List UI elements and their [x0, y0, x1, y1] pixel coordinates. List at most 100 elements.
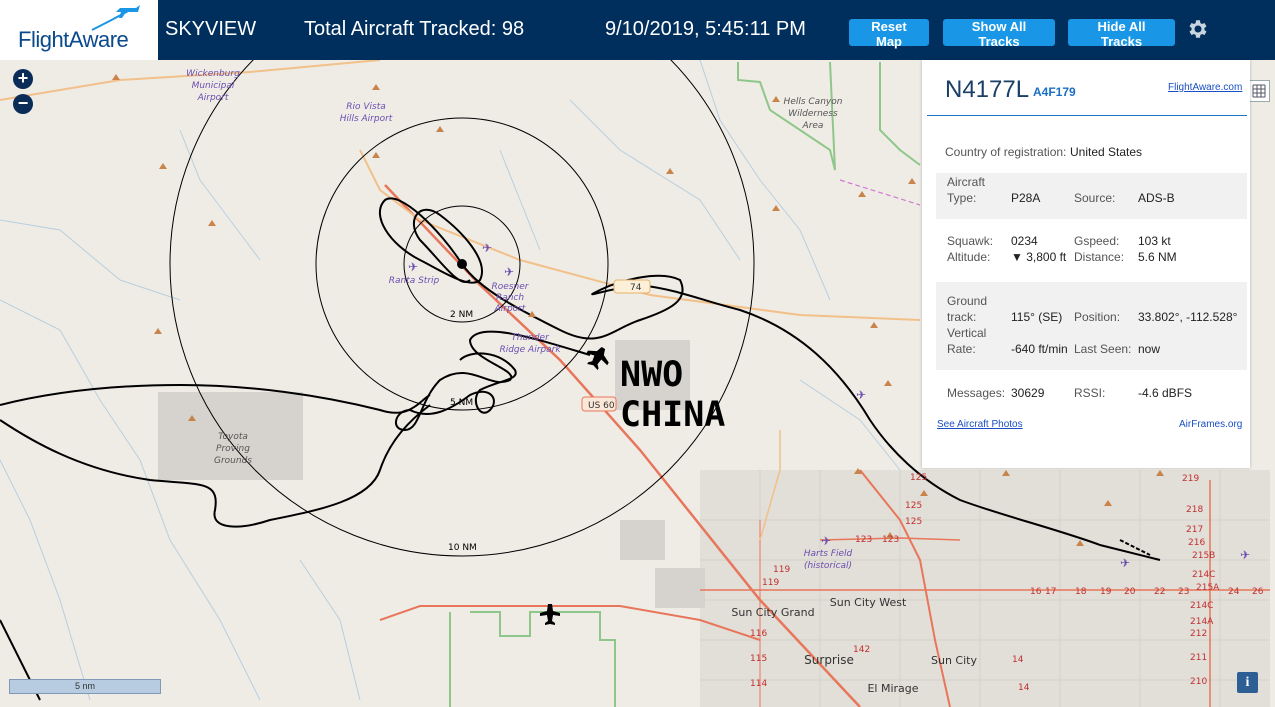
svg-text:119: 119 — [773, 565, 790, 575]
flightaware-logo[interactable]: FlightAware — [0, 0, 158, 60]
svg-text:Thunder: Thunder — [511, 333, 550, 343]
svg-text:Proving: Proving — [216, 444, 250, 454]
svg-text:Hells Canyon: Hells Canyon — [784, 97, 843, 107]
last-seen-label: Last Seen: — [1074, 342, 1132, 356]
rssi-label: RSSI: — [1074, 386, 1106, 400]
scale-bar: 5 nm — [9, 679, 161, 694]
overlay-line-2: CHINA — [620, 395, 726, 435]
selected-aircraft-marker[interactable] — [457, 259, 467, 269]
ground-track-value: 115° (SE) — [1011, 310, 1063, 324]
svg-text:Grounds: Grounds — [214, 456, 252, 466]
svg-text:217: 217 — [1186, 525, 1203, 535]
svg-text:Hills Airport: Hills Airport — [340, 114, 393, 124]
svg-text:125: 125 — [910, 473, 927, 483]
svg-text:123: 123 — [855, 535, 872, 545]
squawk-label: Squawk: — [947, 234, 994, 248]
svg-text:Sun City West: Sun City West — [830, 596, 907, 609]
range-label-2nm: 2 NM — [450, 310, 473, 320]
show-all-tracks-button[interactable]: Show All Tracks — [943, 19, 1055, 49]
vertical-rate-value: -640 ft/min — [1011, 342, 1068, 356]
svg-text:Ranch: Ranch — [496, 293, 524, 303]
svg-text:✈: ✈ — [1120, 556, 1130, 570]
svg-text:74: 74 — [630, 283, 642, 293]
svg-text:119: 119 — [762, 578, 779, 588]
position-label: Position: — [1074, 310, 1121, 324]
svg-text:26: 26 — [1252, 587, 1264, 597]
svg-text:17: 17 — [1045, 587, 1056, 597]
svg-text:Harts Field: Harts Field — [804, 549, 853, 559]
svg-text:Airport: Airport — [197, 93, 229, 103]
svg-text:✈: ✈ — [856, 388, 866, 402]
messages-label: Messages: — [947, 386, 1006, 400]
svg-text:125: 125 — [905, 501, 922, 511]
svg-text:14: 14 — [1018, 683, 1030, 693]
altitude-value: ▼ 3,800 ft — [1011, 250, 1067, 264]
svg-text:US 60: US 60 — [588, 401, 615, 411]
svg-text:214A: 214A — [1190, 617, 1214, 627]
svg-text:✈: ✈ — [821, 534, 831, 548]
country-value: United States — [1070, 145, 1143, 159]
svg-text:Sun City: Sun City — [931, 654, 977, 667]
aircraft-info-panel: N4177L A4F179 FlightAware.com Country of… — [922, 60, 1250, 468]
aircraft-hex: A4F179 — [1033, 85, 1076, 99]
svg-text:Rio Vista: Rio Vista — [346, 102, 386, 112]
svg-text:142: 142 — [853, 645, 870, 655]
svg-text:✈: ✈ — [504, 265, 514, 279]
last-seen-value: now — [1138, 342, 1161, 356]
grid-toggle-icon[interactable] — [1248, 80, 1270, 102]
gspeed-value: 103 kt — [1138, 234, 1171, 248]
info-button[interactable]: i — [1237, 672, 1258, 693]
svg-text:20: 20 — [1124, 587, 1136, 597]
svg-text:Airport: Airport — [494, 304, 526, 314]
distance-label: Distance: — [1074, 250, 1125, 264]
rssi-value: -4.6 dBFS — [1138, 386, 1193, 400]
svg-text:✈: ✈ — [482, 241, 492, 255]
svg-text:Ridge Airpark: Ridge Airpark — [499, 345, 561, 355]
range-label-10nm: 10 NM — [448, 543, 477, 553]
overlay-line-1: NWO — [620, 355, 684, 395]
aircraft-photos-link[interactable]: See Aircraft Photos — [937, 419, 1023, 430]
svg-text:210: 210 — [1190, 677, 1207, 687]
airframes-link[interactable]: AirFrames.org — [1179, 419, 1242, 430]
svg-text:218: 218 — [1186, 505, 1203, 515]
svg-text:24: 24 — [1228, 587, 1240, 597]
svg-text:211: 211 — [1190, 653, 1207, 663]
vertical-rate-label-1: Vertical — [947, 326, 987, 340]
source-value: ADS-B — [1138, 191, 1175, 205]
svg-text:✈: ✈ — [408, 260, 418, 274]
top-header-bar: FlightAware SKYVIEW Total Aircraft Track… — [0, 0, 1275, 60]
svg-text:18: 18 — [1075, 587, 1087, 597]
svg-text:215B: 215B — [1192, 551, 1215, 561]
gear-icon[interactable] — [1185, 17, 1209, 41]
aircraft-icon — [586, 346, 609, 371]
hide-all-tracks-button[interactable]: Hide All Tracks — [1068, 19, 1175, 49]
svg-text:212: 212 — [1190, 629, 1207, 639]
svg-text:Ranta Strip: Ranta Strip — [389, 276, 440, 286]
svg-text:116: 116 — [750, 629, 767, 639]
zoom-out-button[interactable]: − — [13, 94, 33, 114]
svg-text:Wickenburg: Wickenburg — [186, 69, 240, 79]
svg-text:19: 19 — [1100, 587, 1112, 597]
altitude-label: Altitude: — [947, 250, 991, 264]
squawk-value: 0234 — [1011, 234, 1038, 248]
aircraft-markers[interactable] — [540, 342, 614, 625]
svg-text:115: 115 — [750, 654, 767, 664]
svg-text:216: 216 — [1188, 538, 1205, 548]
panel-divider — [927, 115, 1247, 116]
svg-text:114: 114 — [750, 679, 767, 689]
country-label: Country of registration: — [945, 145, 1067, 159]
svg-text:16: 16 — [1030, 587, 1042, 597]
svg-text:Wilderness: Wilderness — [788, 109, 838, 119]
flightaware-link[interactable]: FlightAware.com — [1168, 82, 1242, 93]
svg-text:215A: 215A — [1196, 583, 1220, 593]
svg-text:Area: Area — [802, 121, 824, 131]
reset-map-button[interactable]: Reset Map — [849, 19, 929, 49]
svg-text:22: 22 — [1154, 587, 1165, 597]
zoom-in-button[interactable]: + — [13, 69, 33, 89]
ground-track-label-2: track: — [947, 310, 977, 324]
svg-text:Surprise: Surprise — [804, 653, 854, 667]
svg-text:El Mirage: El Mirage — [867, 682, 918, 695]
messages-value: 30629 — [1011, 386, 1045, 400]
gspeed-label: Gspeed: — [1074, 234, 1120, 248]
svg-text:123: 123 — [882, 535, 899, 545]
